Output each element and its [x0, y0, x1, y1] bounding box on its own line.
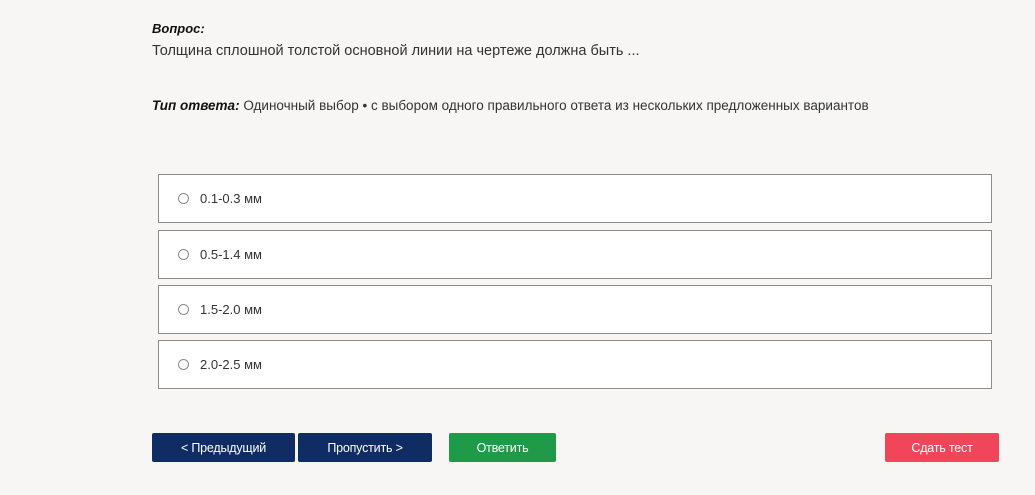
answer-button[interactable]: Ответить — [449, 433, 556, 462]
option-label: 1.5-2.0 мм — [200, 302, 262, 317]
answer-options: 0.1-0.3 мм 0.5-1.4 мм 1.5-2.0 мм 2.0-2.5… — [158, 174, 992, 396]
radio-button-icon[interactable] — [178, 249, 189, 260]
answer-type-label: Тип ответа: — [152, 98, 240, 113]
question-label: Вопрос: — [152, 21, 205, 36]
option-label: 0.1-0.3 мм — [200, 191, 262, 206]
skip-button[interactable]: Пропустить > — [298, 433, 432, 462]
option-label: 2.0-2.5 мм — [200, 357, 262, 372]
answer-option-2[interactable]: 0.5-1.4 мм — [158, 230, 992, 279]
question-text: Толщина сплошной толстой основной линии … — [152, 43, 640, 59]
option-label: 0.5-1.4 мм — [200, 247, 262, 262]
answer-option-1[interactable]: 0.1-0.3 мм — [158, 174, 992, 223]
answer-option-4[interactable]: 2.0-2.5 мм — [158, 340, 992, 389]
answer-type-value: Одиночный выбор • с выбором одного прави… — [243, 98, 869, 113]
radio-button-icon[interactable] — [178, 304, 189, 315]
previous-button[interactable]: < Предыдущий — [152, 433, 295, 462]
radio-button-icon[interactable] — [178, 193, 189, 204]
answer-type: Тип ответа: Одиночный выбор • с выбором … — [152, 98, 869, 113]
test-question-page: Вопрос: Толщина сплошной толстой основно… — [0, 0, 1035, 495]
submit-test-button[interactable]: Сдать тест — [885, 433, 999, 462]
answer-option-3[interactable]: 1.5-2.0 мм — [158, 285, 992, 334]
radio-button-icon[interactable] — [178, 359, 189, 370]
